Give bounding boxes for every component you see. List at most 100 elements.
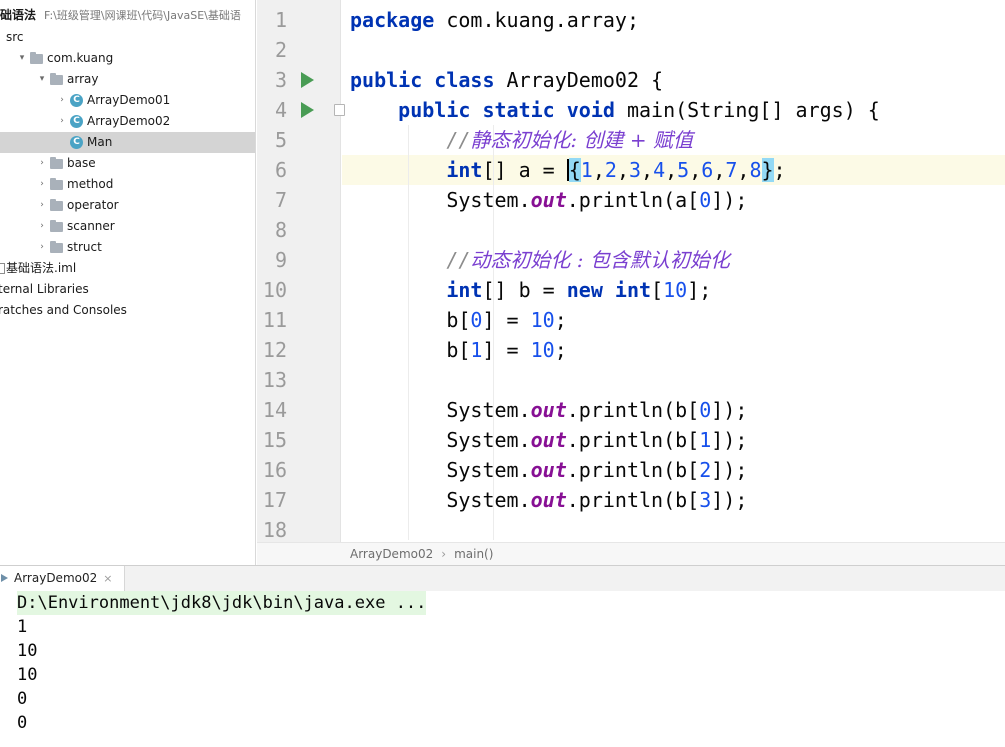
console-output-line: 1 [17,617,28,637]
code-line[interactable]: public class ArrayDemo02 { [350,65,663,95]
code-token: b[ [350,338,471,362]
code-token: ] = [482,308,531,332]
run-tab-arraydemo02[interactable]: ArrayDemo02 × [0,566,126,591]
chevron-right-icon[interactable]: › [37,195,47,216]
chevron-down-icon[interactable]: ▾ [17,48,27,69]
code-token: [ [651,278,664,302]
code-line[interactable]: b[0] = 10; [350,305,566,335]
tree-item-method[interactable]: › method [0,174,255,195]
code-line[interactable]: System.out.println(b[1]); [350,425,747,455]
code-token: , [689,158,702,182]
line-number: 14 [262,398,287,422]
chevron-down-icon[interactable]: ▾ [37,69,47,90]
code-token: 3 [699,488,712,512]
console-output[interactable]: D:\Environment\jdk8\jdk\bin\java.exe ...… [0,591,1005,747]
code-line[interactable]: package com.kuang.array; [350,5,639,35]
code-line[interactable]: int[] b = new int[10]; [350,275,711,305]
code-token: ]); [711,458,748,482]
code-line[interactable]: System.out.println(b[0]); [350,395,747,425]
breadcrumb-method[interactable]: main() [454,547,493,561]
console-output-line: 0 [17,689,28,709]
code-token: } [761,158,774,182]
line-number: 13 [262,368,287,392]
line-number: 12 [262,338,287,362]
console-command-line: D:\Environment\jdk8\jdk\bin\java.exe ... [17,591,427,615]
folder-icon [50,241,63,253]
code-line[interactable]: int[] a = {1,2,3,4,5,6,7,8}; [350,155,786,185]
tree-item-arraydemo01[interactable]: › C ArrayDemo01 [0,90,255,111]
code-token: 1 [699,428,712,452]
tree-item-iml[interactable]: 基础语法.iml [0,258,255,279]
code-token: ] = [482,338,531,362]
chevron-right-icon[interactable]: › [57,111,67,132]
chevron-right-icon[interactable]: › [37,153,47,174]
code-token: , [592,158,605,182]
code-line[interactable]: b[1] = 10; [350,335,566,365]
code-token: System. [350,428,531,452]
run-gutter-icon[interactable] [301,72,314,88]
code-token: , [713,158,726,182]
code-token: class [434,68,495,92]
code-line[interactable]: System.out.println(b[3]); [350,485,747,515]
tree-item-label: operator [67,198,119,212]
tree-item-struct[interactable]: › struct [0,237,255,258]
code-token: ]); [711,428,748,452]
tree-item-label: Man [87,135,113,149]
code-token: // [446,248,471,272]
code-editor[interactable]: 1 2 3 4 5 6 7 8 9 10 11 12 13 14 15 16 17 18 package com.… [257,0,1005,565]
code-line[interactable]: System.out.println(a[0]); [350,185,747,215]
editor-gutter[interactable]: 1 2 3 4 5 6 7 8 9 10 11 12 13 14 15 16 17 18 [257,0,345,542]
tree-item-label: struct [67,240,102,254]
code-line[interactable]: System.out.println(b[2]); [350,455,747,485]
tree-item-array[interactable]: ▾ array [0,69,255,90]
run-gutter-icon[interactable] [301,102,314,118]
code-token: [] b = [482,278,567,302]
tree-item-label: ratches and Consoles [0,303,127,317]
project-tool-window: 础语法 F:\班级管理\网课班\代码\JavaSE\基础语 ▾src▾com.k… [0,0,256,565]
code-line[interactable]: //动态初始化 : 包含默认初始化 [350,245,730,275]
code-token: , [737,158,750,182]
chevron-right-icon[interactable]: › [57,90,67,111]
code-token: 5 [677,158,690,182]
tree-item-com-kuang[interactable]: ▾ com.kuang [0,48,255,69]
code-token: System. [350,188,531,212]
tree-item-ternal-libraries[interactable]: ternal Libraries [0,279,255,300]
chevron-right-icon[interactable]: › [37,216,47,237]
chevron-right-icon: › [441,547,447,561]
code-token: out [530,488,567,512]
chevron-right-icon[interactable]: › [37,237,47,258]
folder-icon [50,73,63,85]
console-output-line: 0 [17,713,28,733]
tree-item-operator[interactable]: › operator [0,195,255,216]
tree-item-scanner[interactable]: › scanner [0,216,255,237]
breadcrumb-class[interactable]: ArrayDemo02 [350,547,433,561]
tree-item-base[interactable]: › base [0,153,255,174]
folder-icon [50,178,63,190]
code-token: .println(b[ [566,428,700,452]
folder-icon [50,220,63,232]
tree-item-ratches-and-consoles[interactable]: ratches and Consoles [0,300,255,321]
code-line[interactable]: public static void main(String[] args) { [350,95,880,125]
java-class-icon: C [70,115,83,128]
close-icon[interactable]: × [103,572,112,585]
chevron-right-icon[interactable]: › [37,174,47,195]
code-token: System. [350,398,531,422]
tree-item-arraydemo02[interactable]: › C ArrayDemo02 [0,111,255,132]
code-token: 4 [653,158,666,182]
code-token: [] a = [482,158,567,182]
code-token: .println(b[ [566,458,700,482]
code-area[interactable]: package com.kuang.array; public class Arr… [342,0,1005,542]
project-root-path: F:\班级管理\网课班\代码\JavaSE\基础语 [44,9,241,22]
tree-item-src[interactable]: ▾src [0,27,255,48]
code-token: 7 [725,158,738,182]
tree-item-label: base [67,156,96,170]
tree-item-man[interactable]: C Man [0,132,255,153]
tree-item-label: 基础语法.iml [6,261,77,275]
project-root-row[interactable]: 础语法 F:\班级管理\网课班\代码\JavaSE\基础语 [0,5,255,26]
code-token: 10 [663,278,688,302]
code-line[interactable]: //静态初始化: 创建 + 赋值 [350,125,693,155]
line-number: 1 [274,8,287,32]
